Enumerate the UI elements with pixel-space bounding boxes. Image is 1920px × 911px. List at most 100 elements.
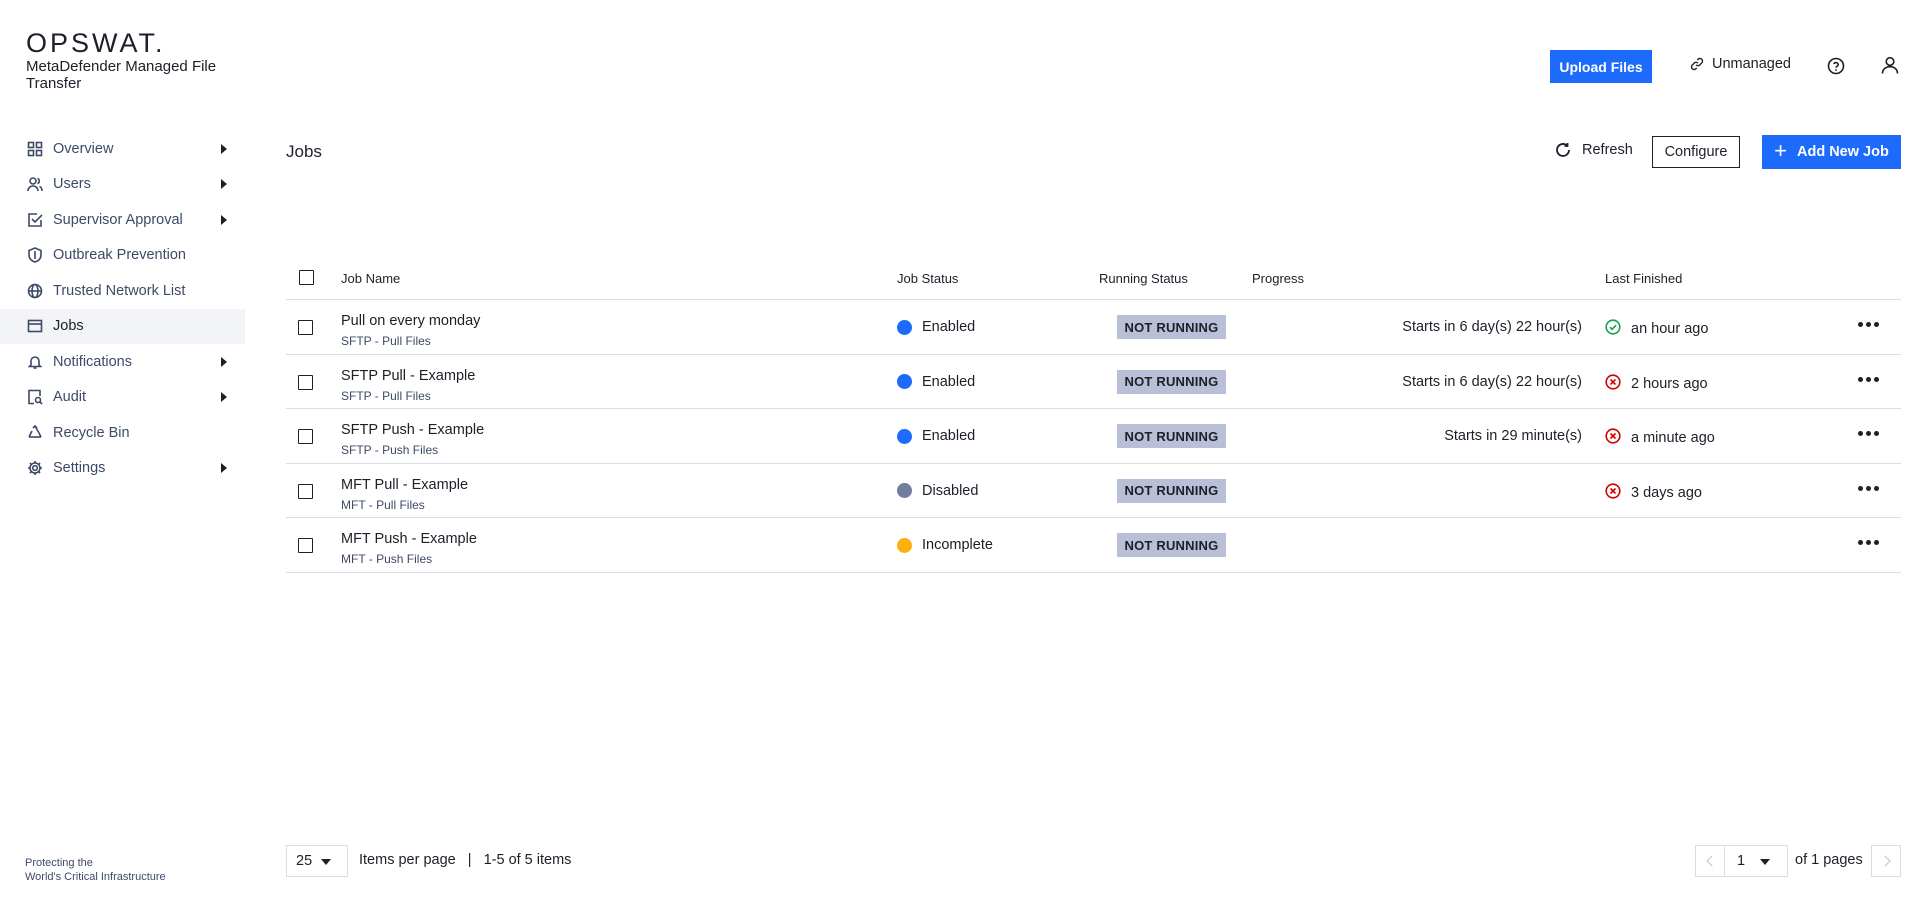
more-actions-icon[interactable] xyxy=(1858,431,1879,437)
recycle-icon xyxy=(26,424,43,441)
sidebar-item-jobs[interactable]: Jobs xyxy=(0,308,245,344)
sidebar-item-audit[interactable]: Audit xyxy=(0,380,245,416)
table-row[interactable]: SFTP Pull - Example SFTP - Pull Files En… xyxy=(286,355,1901,410)
column-header-progress[interactable]: Progress xyxy=(1252,271,1304,286)
sidebar-item-label: Notifications xyxy=(53,353,132,370)
check-circle-icon xyxy=(1605,319,1631,339)
opswat-logo: OPSWAT. xyxy=(26,28,166,58)
table-row[interactable]: Pull on every monday SFTP - Pull Files E… xyxy=(286,300,1901,355)
table-row[interactable]: MFT Push - Example MFT - Push Files Inco… xyxy=(286,518,1901,573)
more-actions-icon[interactable] xyxy=(1858,485,1879,491)
row-checkbox[interactable] xyxy=(298,429,313,445)
configure-button[interactable]: Configure xyxy=(1652,136,1740,168)
page-select[interactable]: 1 xyxy=(1724,845,1788,877)
job-type: MFT - Pull Files xyxy=(341,497,425,512)
more-actions-icon[interactable] xyxy=(1858,540,1879,546)
row-checkbox[interactable] xyxy=(298,374,313,390)
sidebar-item-label: Outbreak Prevention xyxy=(53,247,186,264)
sidebar-item-overview[interactable]: Overview xyxy=(0,131,245,167)
last-finished-label: an hour ago xyxy=(1631,321,1709,337)
job-name[interactable]: SFTP Push - Example xyxy=(341,422,484,438)
running-status-badge: NOT RUNNING xyxy=(1117,369,1226,394)
column-header-job-name[interactable]: Job Name xyxy=(341,271,400,286)
users-icon xyxy=(26,176,43,193)
audit-icon xyxy=(26,389,43,406)
globe-icon xyxy=(26,282,43,299)
sidebar-item-label: Jobs xyxy=(53,318,84,335)
status-dot xyxy=(897,319,912,335)
job-status: Enabled xyxy=(897,428,975,444)
tagline-line-2: World's Critical Infrastructure xyxy=(25,871,166,883)
current-page: 1 xyxy=(1737,853,1746,869)
caret-right-icon[interactable] xyxy=(221,392,227,403)
sidebar-item-notifications[interactable]: Notifications xyxy=(0,344,245,380)
job-status-label: Enabled xyxy=(922,373,976,390)
status-dot xyxy=(897,374,912,390)
caret-right-icon[interactable] xyxy=(221,143,227,154)
status-dot xyxy=(897,483,912,499)
grid-icon xyxy=(26,140,43,157)
job-type: SFTP - Pull Files xyxy=(341,388,431,403)
job-name[interactable]: SFTP Pull - Example xyxy=(341,368,475,384)
sidebar-item-label: Settings xyxy=(53,460,106,477)
bell-icon xyxy=(26,353,43,370)
table-row[interactable]: SFTP Push - Example SFTP - Push Files En… xyxy=(286,409,1901,464)
jobs-table: Job Name Job Status Running Status Progr… xyxy=(286,257,1901,573)
running-status-badge: NOT RUNNING xyxy=(1117,533,1226,558)
chevron-down-icon xyxy=(321,859,331,865)
caret-right-icon[interactable] xyxy=(221,179,227,190)
caret-right-icon[interactable] xyxy=(221,214,227,225)
column-header-running-status[interactable]: Running Status xyxy=(1099,271,1188,286)
next-page-button[interactable] xyxy=(1871,845,1901,877)
add-new-job-button[interactable]: + Add New Job xyxy=(1762,135,1901,169)
job-status: Incomplete xyxy=(897,537,993,553)
last-finished: 3 days ago xyxy=(1605,483,1702,503)
page-title: Jobs xyxy=(286,142,322,161)
more-actions-icon[interactable] xyxy=(1858,322,1879,327)
status-dot xyxy=(897,428,912,444)
items-per-page-value: 25 xyxy=(296,853,313,869)
job-status-label: Enabled xyxy=(922,428,976,445)
job-name[interactable]: MFT Push - Example xyxy=(341,531,477,547)
user-icon[interactable] xyxy=(1881,56,1899,74)
upload-files-button[interactable]: Upload Files xyxy=(1550,50,1652,83)
sidebar-nav: Overview Users Supervisor Approval Outbr… xyxy=(0,131,245,486)
help-circle-icon[interactable] xyxy=(1827,57,1845,75)
job-name[interactable]: Pull on every monday xyxy=(341,313,480,329)
sidebar-item-outbreak-prevention[interactable]: Outbreak Prevention xyxy=(0,238,245,274)
items-per-page-select[interactable]: 25 xyxy=(286,845,348,877)
column-header-job-status[interactable]: Job Status xyxy=(897,271,958,286)
tagline-line-1: Protecting the xyxy=(25,857,93,869)
select-all-checkbox[interactable] xyxy=(299,270,314,285)
x-circle-icon xyxy=(1605,483,1631,503)
sidebar-item-settings[interactable]: Settings xyxy=(0,451,245,487)
sidebar-item-users[interactable]: Users xyxy=(0,167,245,203)
sidebar-item-recycle-bin[interactable]: Recycle Bin xyxy=(0,415,245,451)
last-finished-label: 3 days ago xyxy=(1631,484,1702,501)
checkbox-icon xyxy=(26,211,43,228)
sidebar-item-trusted-network-list[interactable]: Trusted Network List xyxy=(0,273,245,309)
caret-right-icon[interactable] xyxy=(221,356,227,367)
progress-text: Starts in 6 day(s) 22 hour(s) xyxy=(1402,319,1582,335)
table-header: Job Name Job Status Running Status Progr… xyxy=(286,257,1901,300)
status-dot xyxy=(897,537,912,553)
sidebar-item-label: Users xyxy=(53,176,91,193)
row-checkbox[interactable] xyxy=(298,538,313,554)
caret-right-icon[interactable] xyxy=(221,463,227,474)
last-finished: 2 hours ago xyxy=(1605,373,1708,394)
previous-page-button[interactable] xyxy=(1695,845,1725,877)
row-checkbox[interactable] xyxy=(298,320,313,335)
column-header-last-finished[interactable]: Last Finished xyxy=(1605,271,1682,286)
table-row[interactable]: MFT Pull - Example MFT - Pull Files Disa… xyxy=(286,464,1901,519)
refresh-button[interactable]: Refresh xyxy=(1555,142,1633,158)
tagline: Protecting the World's Critical Infrastr… xyxy=(25,856,225,884)
sidebar: OPSWAT. MetaDefender Managed File Transf… xyxy=(0,0,245,911)
sidebar-item-label: Audit xyxy=(53,389,87,406)
job-name[interactable]: MFT Pull - Example xyxy=(341,477,468,493)
more-actions-icon[interactable] xyxy=(1858,376,1879,382)
unmanaged-link[interactable]: Unmanaged xyxy=(1690,56,1791,72)
items-per-page-info: Items per page | 1-5 of 5 items xyxy=(359,852,571,868)
row-checkbox[interactable] xyxy=(298,483,313,499)
sidebar-item-supervisor-approval[interactable]: Supervisor Approval xyxy=(0,202,245,238)
sidebar-item-label: Overview xyxy=(53,140,114,157)
